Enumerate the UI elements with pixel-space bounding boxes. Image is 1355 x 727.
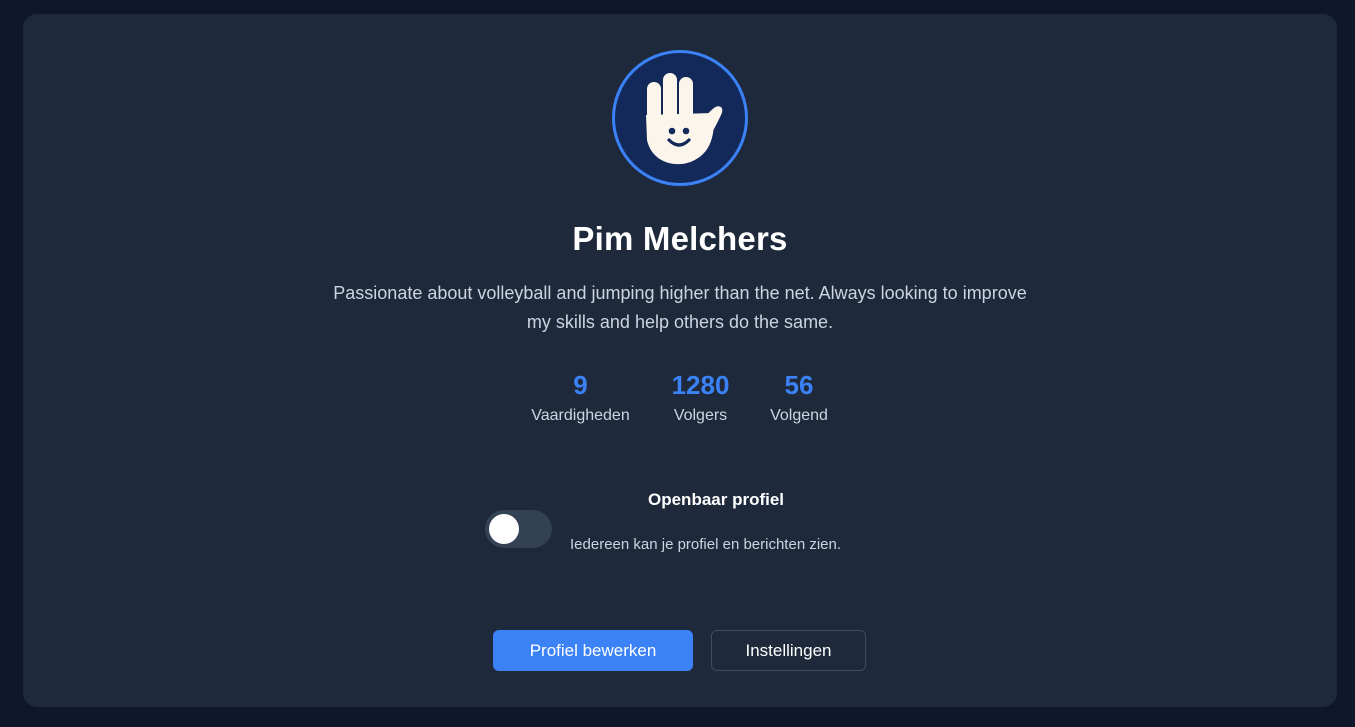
public-profile-title: Openbaar profiel [648,490,785,509]
profile-card: Pim Melchers Passionate about volleyball… [23,14,1337,707]
stat-followers[interactable]: 1280 Volgers [658,368,743,425]
waving-hand-smile-icon [646,73,723,165]
stat-following-label: Volgend [770,407,828,424]
edit-profile-button[interactable]: Profiel bewerken [493,630,693,671]
stat-skills[interactable]: 9 Vaardigheden [523,368,638,425]
public-profile-toggle[interactable] [485,510,552,548]
toggle-knob [489,514,519,544]
stat-followers-value: 1280 [671,370,730,400]
avatar [612,50,748,186]
settings-button[interactable]: Instellingen [711,630,866,671]
profile-bio: Passionate about volleyball and jumping … [333,283,1027,332]
profile-name: Pim Melchers [572,220,788,257]
public-profile-description: Iedereen kan je profiel en berichten zie… [570,536,842,553]
stat-followers-label: Volgers [673,407,728,424]
stat-following[interactable]: 56 Volgend [759,368,839,425]
stat-skills-label: Vaardigheden [531,407,630,424]
stat-following-value: 56 [784,370,814,400]
stat-skills-value: 9 [573,370,588,400]
